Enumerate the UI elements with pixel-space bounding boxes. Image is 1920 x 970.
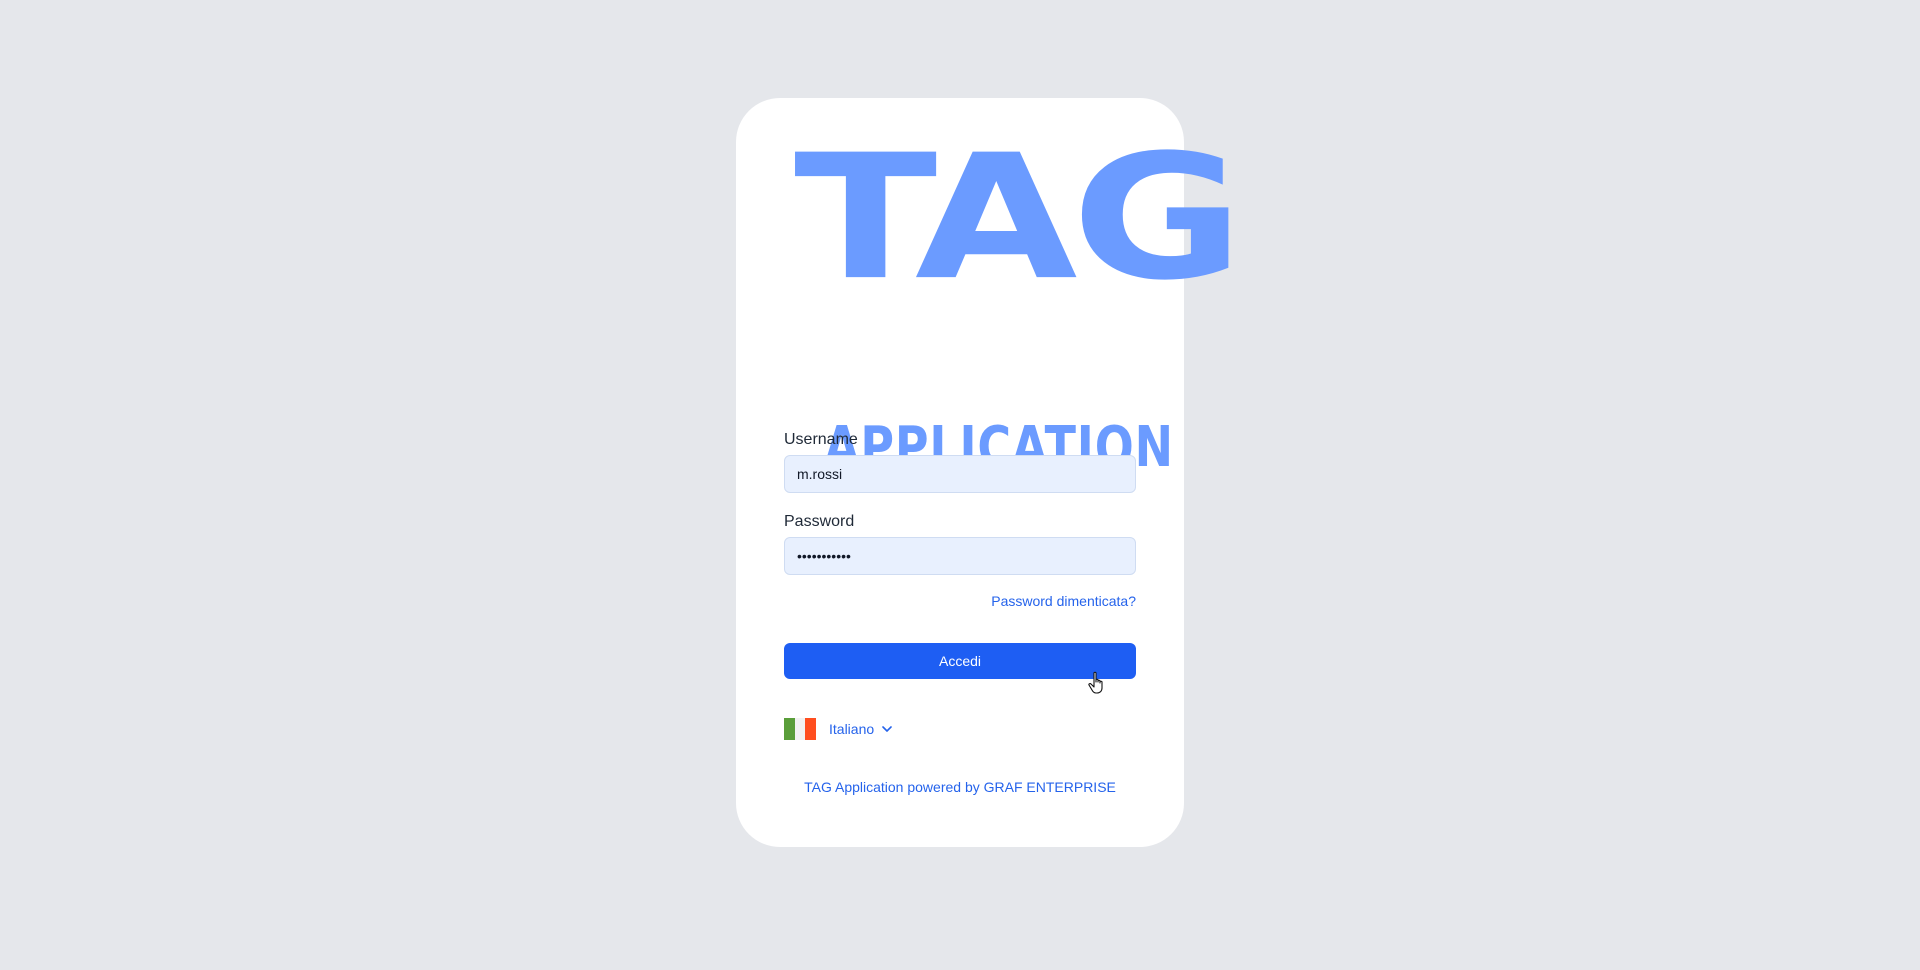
italy-flag-icon [784, 718, 817, 740]
logo-line1: TAG [794, 117, 1244, 319]
chevron-down-icon [882, 726, 892, 732]
login-card: TAG APPLICATION Username Password Passwo… [736, 98, 1244, 847]
footer-text: TAG Application powered by GRAF ENTERPRI… [804, 779, 1116, 795]
hand-cursor-icon [1088, 671, 1103, 694]
language-label: Italiano [829, 721, 875, 737]
password-input[interactable] [784, 537, 1136, 575]
forgot-password-link[interactable]: Password dimenticata? [991, 593, 1136, 609]
username-label: Username [784, 431, 858, 448]
password-label: Password [784, 513, 855, 530]
username-input[interactable] [784, 455, 1136, 493]
language-selector[interactable]: Italiano [784, 717, 894, 741]
login-button[interactable]: Accedi [784, 643, 1136, 679]
